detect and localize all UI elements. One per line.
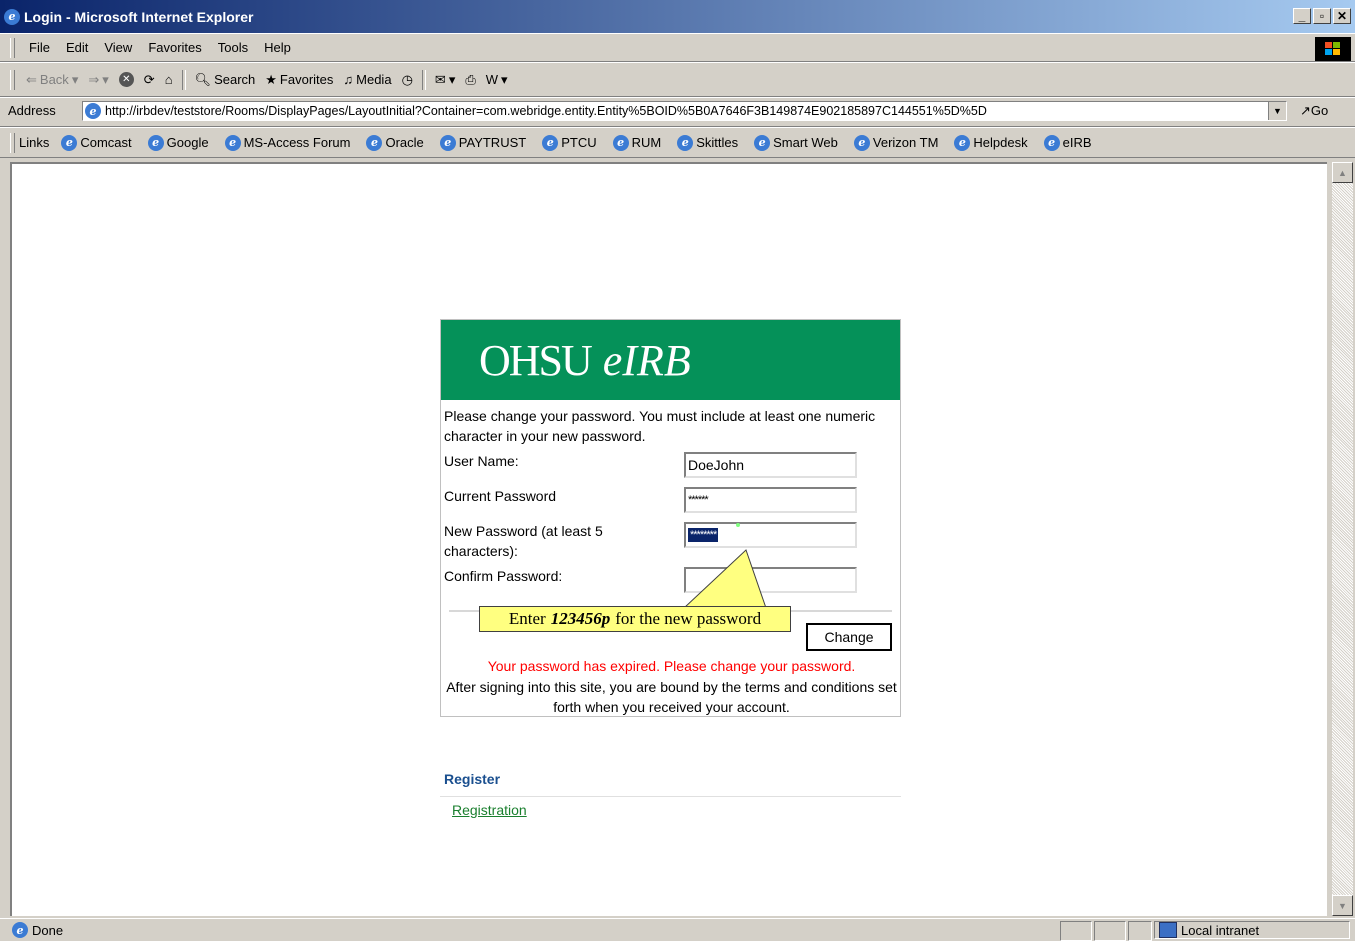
link-ptcu[interactable]: e PTCU — [534, 134, 604, 151]
word-edit-icon: W — [485, 72, 499, 87]
link-verizon-tm[interactable]: e Verizon TM — [846, 134, 947, 151]
links-label: Links — [19, 135, 50, 150]
menu-tools[interactable]: Tools — [210, 40, 256, 55]
change-button[interactable]: Change — [806, 623, 892, 651]
go-button[interactable]: ↗Go — [1300, 103, 1328, 119]
status-bar: e Done Local intranet — [0, 918, 1355, 941]
edit-button[interactable]: W ▾ — [481, 72, 513, 88]
home-icon: ⌂ — [164, 72, 173, 87]
menu-edit[interactable]: Edit — [58, 40, 96, 55]
menu-view[interactable]: View — [96, 40, 140, 55]
back-button[interactable]: ⇐ Back ▾ — [21, 72, 83, 88]
minimize-button[interactable]: _ — [1293, 8, 1311, 24]
status-text: Done — [32, 922, 64, 938]
link-helpdesk[interactable]: e Helpdesk — [946, 134, 1035, 151]
callout-pointer — [682, 523, 767, 609]
status-page-icon: e — [12, 922, 28, 938]
standard-toolbar: ⇐ Back ▾ ⇒ ▾ ✕ ⟳ ⌂ 🔍︎ Search ★ Favorites ♫ M… — [0, 62, 1355, 97]
current-password-label: Current Password — [444, 488, 557, 504]
maximize-button[interactable]: ▫ — [1313, 8, 1331, 24]
terms-text: After signing into this site, you are bo… — [446, 679, 897, 715]
ie-page-icon: e — [612, 134, 629, 151]
error-message: Your password has expired. Please change… — [487, 658, 856, 674]
home-button[interactable]: ⌂ — [160, 72, 178, 87]
address-url: http://irbdev/teststore/Rooms/DisplayPag… — [105, 104, 987, 118]
favorites-icon: ★ — [265, 71, 277, 87]
ie-page-icon: e — [147, 134, 164, 151]
close-button[interactable]: ✕ — [1333, 8, 1351, 24]
scroll-down-button[interactable]: ▼ — [1332, 895, 1353, 916]
ie-page-icon: e — [677, 134, 694, 151]
search-button[interactable]: 🔍︎ Search — [190, 72, 261, 88]
link-oracle[interactable]: e Oracle — [358, 134, 431, 151]
history-icon: ◷ — [401, 71, 413, 87]
link-ms-access-forum[interactable]: e MS-Access Forum — [217, 134, 359, 151]
refresh-icon: ⟳ — [143, 71, 155, 87]
ie-page-icon: e — [439, 134, 456, 151]
password-change-panel: OHSU eIRB Please change your password. Y… — [440, 319, 901, 717]
mail-button[interactable]: ✉ ▾ — [430, 72, 460, 88]
vertical-scrollbar[interactable]: ▲ ▼ — [1332, 162, 1353, 916]
back-arrow-icon: ⇐ — [26, 71, 37, 87]
page-icon: e — [85, 103, 101, 119]
instructions-text: Please change your password. You must in… — [444, 408, 876, 444]
ie-logo-icon: e — [4, 8, 20, 25]
link-smart-web[interactable]: e Smart Web — [746, 134, 846, 151]
banner-brand: OHSU — [479, 335, 593, 385]
ohsu-eirb-banner: OHSU eIRB — [441, 320, 900, 400]
intranet-icon — [1159, 922, 1177, 938]
history-button[interactable]: ◷ — [397, 72, 418, 88]
print-button[interactable]: ⎙ — [460, 72, 480, 88]
window-title: Login - Microsoft Internet Explorer — [24, 8, 254, 25]
ie-page-icon: e — [853, 134, 870, 151]
link-eirb[interactable]: e eIRB — [1036, 134, 1100, 151]
forward-button[interactable]: ⇒ ▾ — [83, 72, 113, 88]
link-google[interactable]: e Google — [140, 134, 217, 151]
ie-page-icon: e — [366, 134, 383, 151]
go-arrow-icon: ↗ — [1300, 103, 1311, 118]
ie-page-icon: e — [1043, 134, 1060, 151]
link-rum[interactable]: e RUM — [605, 134, 670, 151]
username-label: User Name: — [444, 453, 519, 469]
ie-page-icon: e — [224, 134, 241, 151]
confirm-password-label: Confirm Password: — [444, 568, 563, 584]
banner-product: eIRB — [602, 335, 691, 385]
menu-help[interactable]: Help — [256, 40, 299, 55]
stop-icon: ✕ — [118, 72, 134, 87]
menu-file[interactable]: File — [21, 40, 58, 55]
favorites-button[interactable]: ★ Favorites — [260, 72, 338, 88]
link-skittles[interactable]: e Skittles — [669, 134, 746, 151]
address-input[interactable]: e http://irbdev/teststore/Rooms/DisplayP… — [82, 101, 1287, 121]
stop-button[interactable]: ✕ — [114, 72, 139, 87]
ie-page-icon: e — [542, 134, 559, 151]
username-field[interactable]: DoeJohn — [684, 452, 857, 478]
menu-favorites[interactable]: Favorites — [140, 40, 209, 55]
search-icon: 🔍︎ — [194, 71, 212, 87]
media-button[interactable]: ♫ Media — [338, 72, 396, 87]
scroll-up-button[interactable]: ▲ — [1332, 162, 1353, 183]
ie-page-icon: e — [61, 134, 78, 151]
address-dropdown-button[interactable]: ▼ — [1268, 102, 1286, 120]
registration-link[interactable]: Registration — [452, 802, 527, 818]
print-icon: ⎙ — [465, 71, 476, 87]
link-comcast[interactable]: e Comcast — [53, 134, 139, 151]
address-bar: Address e http://irbdev/teststore/Rooms/… — [0, 97, 1355, 127]
ie-page-icon: e — [954, 134, 971, 151]
links-bar: Links e Comcast e Google e MS-Access Forum … — [0, 127, 1355, 158]
windows-logo-icon — [1315, 37, 1351, 61]
forward-arrow-icon: ⇒ — [88, 71, 100, 87]
media-icon: ♫ — [343, 72, 354, 87]
refresh-button[interactable]: ⟳ — [139, 72, 160, 88]
register-divider — [440, 796, 901, 797]
current-password-field[interactable]: ****** — [684, 487, 857, 513]
address-label: Address — [8, 103, 56, 118]
mail-icon: ✉ — [434, 71, 446, 87]
menu-bar: File Edit View Favorites Tools Help — [0, 33, 1355, 62]
hint-tooltip: Enter 123456p for the new password — [479, 606, 791, 632]
register-heading: Register — [444, 771, 501, 787]
link-paytrust[interactable]: e PAYTRUST — [432, 134, 534, 151]
security-zone: Local intranet — [1154, 921, 1350, 939]
window-title-bar: e Login - Microsoft Internet Explorer _ … — [0, 0, 1355, 33]
ie-page-icon: e — [754, 134, 771, 151]
